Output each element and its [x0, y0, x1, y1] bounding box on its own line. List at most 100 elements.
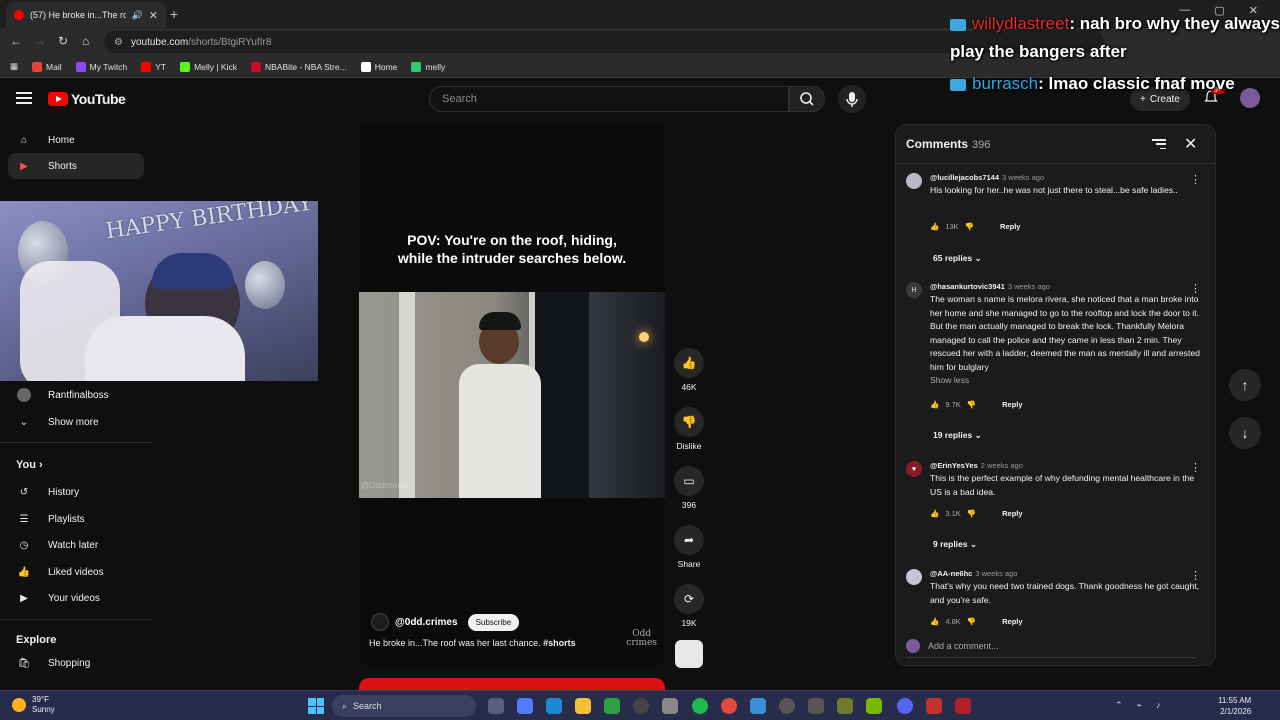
voice-search-button[interactable] — [838, 85, 866, 113]
volume-icon[interactable]: ♪ — [1156, 700, 1161, 711]
youtube-logo[interactable]: YouTube — [48, 91, 126, 107]
next-short-button[interactable]: ↓ — [1229, 417, 1261, 449]
sidebar-item-playlists[interactable]: ☰ Playlists — [8, 506, 144, 532]
reply-button[interactable]: Reply — [1002, 400, 1022, 409]
search-input[interactable]: Search — [429, 86, 789, 112]
x-logo-icon — [360, 61, 371, 72]
bookmark-melly[interactable]: melly — [411, 61, 445, 72]
app-icon[interactable] — [808, 698, 824, 714]
xbox-icon[interactable] — [604, 698, 620, 714]
bookmark-my-twitch[interactable]: My Twitch — [75, 61, 127, 72]
channel-name[interactable]: @0dd.crimes — [395, 617, 458, 628]
sidebar-item-shopping[interactable]: 🛍 Shopping — [8, 650, 144, 676]
site-info-icon[interactable]: ⚙ — [114, 37, 123, 48]
reload-icon[interactable]: ↻ — [58, 34, 68, 48]
app-icon[interactable] — [955, 698, 971, 714]
photos-icon[interactable] — [750, 698, 766, 714]
sidebar-item-watch-later[interactable]: ◷ Watch later — [8, 532, 144, 558]
recording-app-icon[interactable] — [926, 698, 942, 714]
obs-icon[interactable] — [633, 698, 649, 714]
windows-start-icon[interactable] — [308, 698, 324, 714]
sort-icon[interactable] — [1152, 139, 1166, 149]
comments-heading: Comments 396 — [906, 137, 991, 151]
bookmark-yt[interactable]: YT — [141, 61, 166, 72]
bookmark-home[interactable]: Home — [360, 61, 397, 72]
network-icon[interactable]: ⌁ — [1137, 700, 1142, 711]
channel-avatar[interactable] — [371, 613, 389, 631]
bookmark-mail[interactable]: Mail — [32, 61, 62, 72]
back-icon[interactable]: ← — [10, 34, 22, 48]
comment-dislike-icon[interactable]: 👎 — [967, 509, 976, 518]
comment-author[interactable]: @hasankurtovic3941 — [930, 282, 1005, 291]
remix-button[interactable]: ⟳ 19K — [672, 584, 706, 628]
file-explorer-icon[interactable] — [575, 698, 591, 714]
comment-author[interactable]: @AA-ne6hc — [930, 569, 972, 578]
media-player-icon[interactable] — [779, 698, 795, 714]
edge-icon[interactable] — [546, 698, 562, 714]
app-icon[interactable] — [837, 698, 853, 714]
comments-button[interactable]: ▭ 396 — [672, 466, 706, 510]
sound-thumbnail[interactable] — [675, 640, 703, 668]
comment-like-icon[interactable]: 👍 — [930, 617, 939, 626]
sidebar-item-shorts[interactable]: ▶ Shorts — [8, 153, 144, 179]
dislike-button[interactable]: 👎 Dislike — [672, 407, 706, 451]
bookmark-nbabite[interactable]: NBABite - NBA Stre... — [250, 61, 347, 72]
commenter-avatar[interactable]: H — [906, 282, 922, 298]
apps-grid-icon[interactable]: ▦ — [10, 61, 18, 72]
next-short-peek[interactable] — [359, 678, 665, 690]
spotify-icon[interactable] — [692, 698, 708, 714]
like-button[interactable]: 👍 46K — [672, 348, 706, 392]
taskbar-search[interactable]: ⌕ Search — [332, 695, 476, 717]
comment-time: 3 weeks ago — [975, 569, 1018, 578]
discord-icon[interactable] — [897, 698, 913, 714]
sidebar-item-home[interactable]: ⌂ Home — [8, 127, 144, 153]
tray-chevron-icon[interactable]: ⌃ — [1115, 700, 1123, 711]
shorts-player[interactable]: POV: You're on the roof, hiding, while t… — [359, 124, 665, 666]
new-tab-button[interactable]: + — [170, 6, 178, 22]
task-view-icon[interactable] — [488, 698, 504, 714]
sidebar-item-history[interactable]: ↺ History — [8, 479, 144, 505]
sidebar-item-rantfinalboss[interactable]: Rantfinalboss — [8, 382, 144, 408]
previous-short-button[interactable]: ↑ — [1229, 369, 1261, 401]
view-replies-button[interactable]: 65 replies ⌄ — [933, 253, 982, 264]
taskbar-clock[interactable]: 11:55 AM 2/1/2026 — [1218, 695, 1251, 717]
comment-dislike-icon[interactable]: 👎 — [967, 617, 976, 626]
browser-tab[interactable]: (57) He broke in...The roof 🔊 ✕ — [6, 2, 166, 28]
sidebar-you-heading[interactable]: You › — [16, 459, 43, 471]
bookmark-melly-kick[interactable]: Melly | Kick — [180, 61, 237, 72]
store-icon[interactable] — [662, 698, 678, 714]
view-replies-button[interactable]: 9 replies ⌄ — [933, 539, 977, 550]
comment-dislike-icon[interactable]: 👎 — [967, 400, 976, 409]
chrome-icon[interactable] — [721, 698, 737, 714]
comment-like-icon[interactable]: 👍 — [930, 509, 939, 518]
view-replies-button[interactable]: 19 replies ⌄ — [933, 430, 982, 441]
copilot-icon[interactable] — [517, 698, 533, 714]
sidebar-item-liked-videos[interactable]: 👍 Liked videos — [8, 559, 144, 585]
nvidia-icon[interactable] — [866, 698, 882, 714]
close-tab-icon[interactable]: ✕ — [149, 9, 158, 22]
sidebar-item-your-videos[interactable]: ▶ Your videos — [8, 585, 144, 611]
comment-like-icon[interactable]: 👍 — [930, 400, 939, 409]
comment-author[interactable]: @ErinYesYes — [930, 461, 978, 470]
close-icon[interactable]: ✕ — [1184, 134, 1197, 154]
reply-button[interactable]: Reply — [1002, 617, 1022, 626]
menu-icon[interactable] — [16, 92, 32, 104]
commenter-avatar[interactable]: ♥ — [906, 461, 922, 477]
share-button[interactable]: ➦ Share — [672, 525, 706, 569]
search-button[interactable] — [789, 86, 825, 112]
comment-dislike-icon[interactable]: 👎 — [965, 222, 974, 231]
add-comment-field[interactable]: Add a comment... — [906, 639, 1196, 658]
show-more-button[interactable]: ⌄ Show more — [8, 409, 144, 435]
reply-button[interactable]: Reply — [1000, 222, 1020, 231]
weather-widget[interactable]: 39°F Sunny — [12, 695, 55, 715]
reply-button[interactable]: Reply — [1002, 509, 1022, 518]
commenter-avatar[interactable] — [906, 569, 922, 585]
subscribe-button[interactable]: Subscribe — [467, 613, 520, 631]
comment-author[interactable]: @lucillejacobs7144 — [930, 173, 999, 182]
hashtag-link[interactable]: #shorts — [543, 638, 576, 648]
home-icon[interactable]: ⌂ — [82, 34, 89, 48]
show-less-button[interactable]: Show less — [930, 374, 1200, 388]
commenter-avatar[interactable] — [906, 173, 922, 189]
forward-icon[interactable]: → — [34, 34, 46, 48]
comment-like-icon[interactable]: 👍 — [930, 222, 939, 231]
